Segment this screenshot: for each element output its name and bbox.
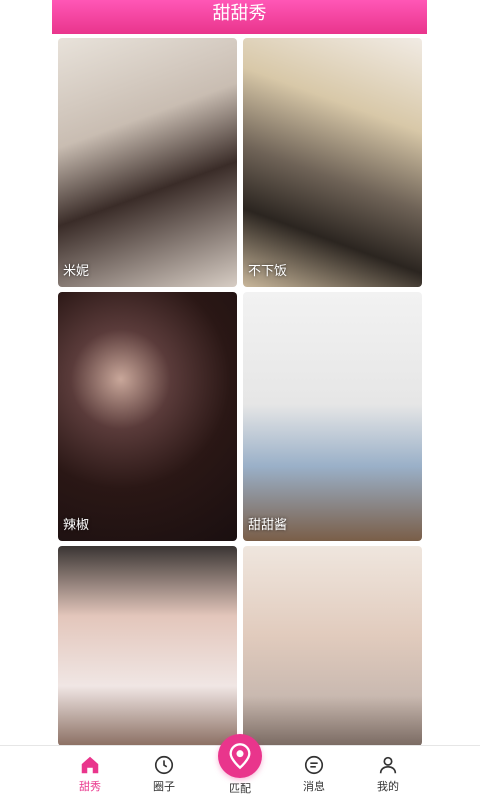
bottom-tab-bar: 甜秀 圈子 匹配 消息 我的 [0, 734, 480, 800]
tab-messages[interactable]: 消息 [284, 754, 344, 794]
user-icon [379, 756, 397, 774]
feed-grid[interactable]: 米妮 不下饭 辣椒 甜甜酱 [0, 34, 480, 746]
feed-card[interactable]: 米妮 [58, 38, 237, 287]
match-button[interactable] [218, 734, 262, 778]
feed-card[interactable]: 不下饭 [243, 38, 422, 287]
clock-icon [154, 755, 174, 775]
tab-profile[interactable]: 我的 [358, 754, 418, 794]
feed-card[interactable] [58, 546, 237, 746]
tab-label: 匹配 [229, 782, 251, 795]
feed-card-name: 甜甜酱 [248, 518, 288, 533]
feed-card[interactable]: 甜甜酱 [243, 292, 422, 541]
tab-circle[interactable]: 圈子 [134, 754, 194, 794]
feed-card-name: 米妮 [63, 264, 90, 279]
location-pin-icon [229, 743, 251, 770]
tab-label: 甜秀 [79, 780, 101, 793]
app-header: 甜甜秀 [0, 0, 480, 34]
tab-label: 我的 [377, 780, 399, 793]
tab-home[interactable]: 甜秀 [60, 754, 120, 794]
tab-label: 圈子 [153, 780, 175, 793]
feed-card-name: 辣椒 [63, 518, 90, 533]
page-title: 甜甜秀 [52, 0, 427, 34]
feed-card-name: 不下饭 [248, 264, 288, 279]
message-icon [304, 755, 324, 775]
tab-label: 消息 [303, 780, 325, 793]
feed-card[interactable] [243, 546, 422, 746]
home-icon [81, 756, 99, 774]
tab-match[interactable]: 匹配 [210, 734, 270, 796]
feed-card[interactable]: 辣椒 [58, 292, 237, 541]
